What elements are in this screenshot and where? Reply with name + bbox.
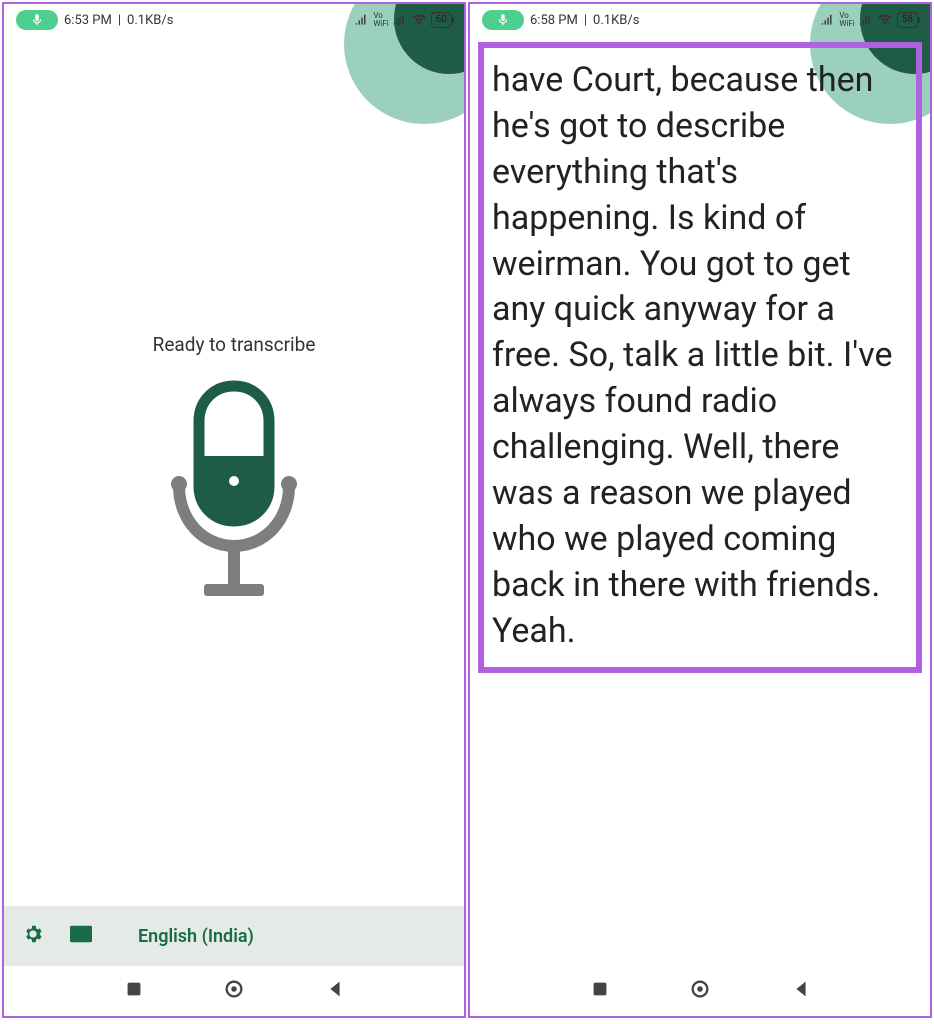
transcript-text[interactable]: have Court, because then he's got to des… [478, 42, 922, 673]
status-speed: 0.1KB/s [127, 13, 173, 28]
signal-icon [355, 13, 369, 28]
wifi-icon [411, 13, 427, 28]
phone-screen-right: 6:58 PM | 0.1KB/s Vo WiFi 58 have Court,… [468, 2, 932, 1018]
nav-back-icon[interactable] [324, 978, 346, 1004]
vowifi-label: Vo WiFi [373, 12, 388, 28]
ready-label: Ready to transcribe [153, 333, 316, 356]
main-content: Ready to transcribe [4, 36, 464, 906]
android-nav-bar [4, 966, 464, 1016]
microphone-icon[interactable] [144, 376, 324, 610]
nav-recent-icon[interactable] [123, 978, 145, 1004]
bottom-toolbar: English (India) [4, 906, 464, 966]
keyboard-icon[interactable] [70, 923, 92, 949]
nav-home-icon[interactable] [689, 978, 711, 1004]
phone-screen-left: 6:53 PM | 0.1KB/s Vo WiFi 60 Ready to tr… [2, 2, 466, 1018]
battery-indicator: 60 [431, 12, 452, 28]
wifi-icon [877, 13, 893, 28]
language-selector[interactable]: English (India) [138, 926, 254, 947]
status-divider: | [584, 13, 587, 28]
main-content: have Court, because then he's got to des… [470, 36, 930, 966]
nav-recent-icon[interactable] [589, 978, 611, 1004]
vowifi-label: Vo WiFi [839, 12, 854, 28]
status-divider: | [118, 13, 121, 28]
battery-indicator: 58 [897, 12, 918, 28]
status-time: 6:53 PM [64, 13, 112, 28]
android-nav-bar [470, 966, 930, 1016]
signal-icon-2 [393, 13, 407, 28]
signal-icon-2 [859, 13, 873, 28]
nav-home-icon[interactable] [223, 978, 245, 1004]
nav-back-icon[interactable] [790, 978, 812, 1004]
status-bar: 6:58 PM | 0.1KB/s Vo WiFi 58 [470, 4, 930, 36]
signal-icon [821, 13, 835, 28]
status-bar: 6:53 PM | 0.1KB/s Vo WiFi 60 [4, 4, 464, 36]
status-speed: 0.1KB/s [593, 13, 639, 28]
status-time: 6:58 PM [530, 13, 578, 28]
mic-pill-icon [482, 10, 524, 30]
gear-icon[interactable] [22, 923, 44, 949]
mic-pill-icon [16, 10, 58, 30]
